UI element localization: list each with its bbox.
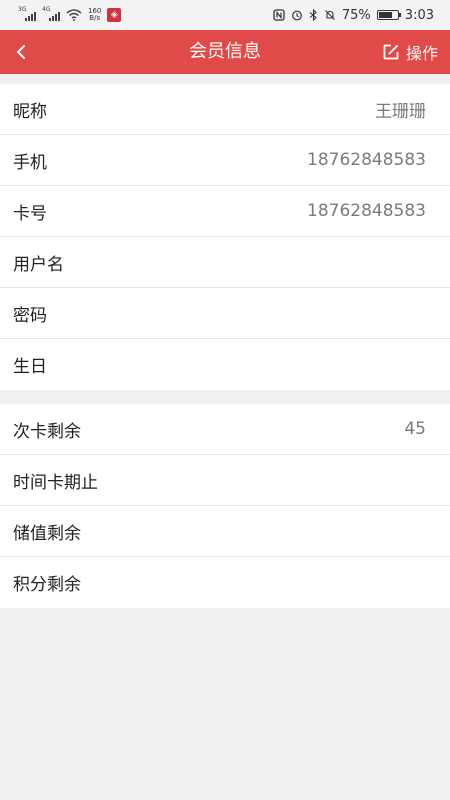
status-left: 3G 4G 160 B/s ◈ — [18, 7, 122, 22]
row-label: 时间卡期止 — [13, 472, 98, 493]
row-label: 手机 — [13, 152, 47, 173]
member-info-list: 昵称 王珊珊 手机 18762848583 卡号 18762848583 用户名… — [0, 84, 450, 390]
balance-list: 次卡剩余 45 时间卡期止 储值剩余 积分剩余 — [0, 404, 450, 608]
battery-icon — [376, 10, 401, 20]
action-button-label: 操作 — [405, 44, 438, 63]
back-chevron-icon — [17, 45, 25, 59]
network-speed-unit: B/s — [89, 14, 101, 22]
nav-bar: 会员信息 操作 — [0, 30, 450, 74]
row-label: 储值剩余 — [13, 523, 81, 544]
nfc-icon — [273, 9, 285, 21]
row-label: 昵称 — [13, 101, 47, 122]
alarm-icon — [291, 10, 302, 21]
network-speed: 160 B/s — [88, 8, 101, 22]
row-label: 密码 — [13, 305, 47, 326]
member-info-row[interactable]: 卡号 18762848583 — [0, 186, 450, 237]
balance-row[interactable]: 次卡剩余 45 — [0, 404, 450, 455]
row-value: 45 — [404, 419, 426, 439]
signal-4g-icon: 4G — [42, 7, 60, 21]
balance-row[interactable]: 时间卡期止 — [0, 455, 450, 506]
member-info-row[interactable]: 用户名 — [0, 237, 450, 288]
balance-row[interactable]: 储值剩余 — [0, 506, 450, 557]
back-button[interactable] — [0, 30, 44, 74]
member-info-row[interactable]: 生日 — [0, 339, 450, 390]
row-label: 用户名 — [13, 254, 64, 275]
member-info-row[interactable]: 手机 18762848583 — [0, 135, 450, 186]
action-button[interactable]: 操作 — [382, 30, 438, 74]
row-label: 生日 — [13, 357, 47, 377]
row-label: 次卡剩余 — [13, 421, 81, 442]
member-info-row[interactable]: 昵称 王珊珊 — [0, 84, 450, 135]
balance-row[interactable]: 积分剩余 — [0, 557, 450, 608]
status-right: 75% 3:03 — [273, 8, 434, 23]
row-value: 王珊珊 — [375, 101, 426, 122]
clock: 3:03 — [404, 7, 434, 23]
status-bar: 3G 4G 160 B/s ◈ 75% 3:03 — [0, 0, 450, 30]
row-label: 卡号 — [13, 203, 47, 224]
mute-icon — [325, 10, 335, 20]
battery-percent: 75% — [341, 7, 371, 23]
member-info-row[interactable]: 密码 — [0, 288, 450, 339]
row-value: 18762848583 — [307, 150, 426, 170]
row-value: 18762848583 — [307, 201, 426, 221]
wifi-icon — [66, 9, 82, 21]
battery-fill — [378, 12, 393, 18]
unionpay-icon: ◈ — [107, 8, 122, 22]
edit-icon — [383, 44, 399, 60]
signal-3g-icon: 3G — [18, 7, 36, 21]
bluetooth-icon — [309, 9, 317, 21]
row-label: 积分剩余 — [13, 575, 81, 595]
